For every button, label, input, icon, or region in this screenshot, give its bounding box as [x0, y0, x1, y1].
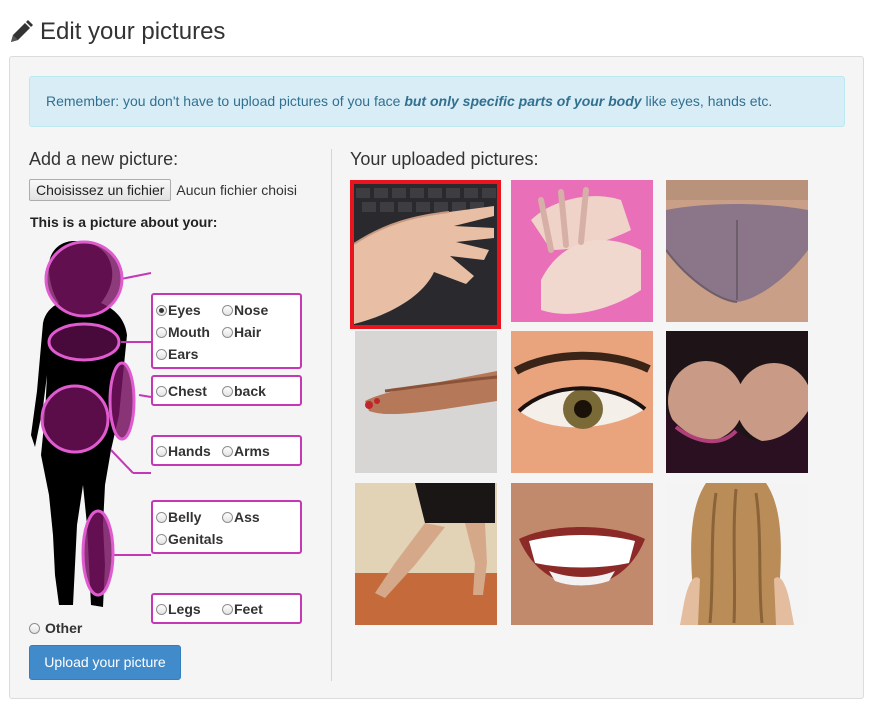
option-genitals[interactable]: Genitals	[156, 531, 223, 547]
add-picture-title: Add a new picture:	[29, 149, 179, 169]
pencil-icon	[11, 20, 33, 42]
option-chest-label: Chest	[168, 383, 207, 399]
option-genitals-label: Genitals	[168, 531, 224, 547]
option-hands[interactable]: Hands	[156, 443, 211, 459]
picture-thumb-legs[interactable]	[355, 483, 497, 625]
option-ass[interactable]: Ass	[222, 509, 260, 525]
radio-ass[interactable]	[222, 511, 233, 523]
face-options: Eyes Nose Mouth Hair Ears	[151, 293, 302, 369]
lower-body-options: Belly Ass Genitals	[151, 500, 302, 554]
radio-nose[interactable]	[222, 304, 233, 316]
picture-thumb-hands[interactable]	[511, 180, 653, 322]
picture-thumb-hair[interactable]	[666, 483, 808, 625]
picture-thumb-smile[interactable]	[511, 483, 653, 625]
uploaded-pictures-title: Your uploaded pictures:	[350, 149, 539, 169]
picture-thumb-chest[interactable]	[666, 331, 808, 473]
picture-thumb-eye[interactable]	[511, 331, 653, 473]
radio-feet[interactable]	[222, 603, 233, 615]
file-row: Choisissez un fichier Aucun fichier choi…	[29, 179, 297, 201]
option-other[interactable]: Other	[29, 620, 82, 636]
arm-options: Hands Arms	[151, 435, 302, 466]
option-ass-label: Ass	[234, 509, 260, 525]
torso-options: Chest back	[151, 375, 302, 406]
option-back[interactable]: back	[222, 383, 266, 399]
about-label: This is a picture about your:	[30, 214, 218, 230]
option-nose-label: Nose	[234, 302, 269, 318]
picture-thumb-bottom[interactable]	[666, 180, 808, 322]
radio-genitals[interactable]	[156, 533, 167, 545]
option-feet[interactable]: Feet	[222, 601, 263, 617]
radio-hair[interactable]	[222, 326, 233, 338]
option-belly[interactable]: Belly	[156, 509, 201, 525]
page-title-text: Edit your pictures	[40, 18, 226, 45]
option-ears-label: Ears	[168, 346, 199, 362]
radio-chest[interactable]	[156, 385, 167, 397]
upload-picture-button[interactable]: Upload your picture	[29, 645, 181, 680]
option-eyes[interactable]: Eyes	[156, 302, 201, 318]
radio-back[interactable]	[222, 385, 233, 397]
page-title: Edit your pictures	[8, 14, 225, 50]
option-back-label: back	[234, 383, 266, 399]
radio-arms[interactable]	[222, 445, 233, 457]
choose-file-button[interactable]: Choisissez un fichier	[29, 179, 172, 201]
edit-panel: Remember: you don't have to upload pictu…	[9, 56, 864, 699]
leg-options: Legs Feet	[151, 593, 302, 624]
radio-other[interactable]	[29, 622, 40, 634]
option-hair[interactable]: Hair	[222, 324, 261, 340]
info-alert: Remember: you don't have to upload pictu…	[29, 76, 845, 127]
option-nose[interactable]: Nose	[222, 302, 268, 318]
option-ears[interactable]: Ears	[156, 346, 198, 362]
option-mouth[interactable]: Mouth	[156, 324, 210, 340]
radio-mouth[interactable]	[156, 326, 167, 338]
option-feet-label: Feet	[234, 601, 263, 617]
option-other-label: Other	[45, 620, 83, 636]
option-hair-label: Hair	[234, 324, 262, 340]
option-arms[interactable]: Arms	[222, 443, 270, 459]
alert-emphasis: but only specific parts of your body	[404, 93, 642, 109]
file-status: Aucun fichier choisi	[176, 182, 298, 198]
option-chest[interactable]: Chest	[156, 383, 207, 399]
option-eyes-label: Eyes	[168, 302, 201, 318]
option-mouth-label: Mouth	[168, 324, 210, 340]
picture-thumb-feet[interactable]	[355, 331, 497, 473]
add-picture-column: Add a new picture: Choisissez un fichier…	[29, 145, 329, 685]
radio-ears[interactable]	[156, 348, 167, 360]
picture-thumb-hand-keyboard[interactable]	[350, 180, 501, 329]
body-silhouette	[31, 240, 152, 607]
option-arms-label: Arms	[234, 443, 270, 459]
column-divider	[331, 149, 332, 681]
radio-eyes[interactable]	[156, 304, 167, 316]
option-hands-label: Hands	[168, 443, 211, 459]
radio-belly[interactable]	[156, 511, 167, 523]
radio-hands[interactable]	[156, 445, 167, 457]
alert-text: Remember: you don't have to upload pictu…	[46, 93, 405, 109]
option-legs[interactable]: Legs	[156, 601, 201, 617]
radio-legs[interactable]	[156, 603, 167, 615]
option-legs-label: Legs	[168, 601, 201, 617]
option-belly-label: Belly	[168, 509, 202, 525]
alert-text-end: like eyes, hands etc.	[641, 93, 773, 109]
